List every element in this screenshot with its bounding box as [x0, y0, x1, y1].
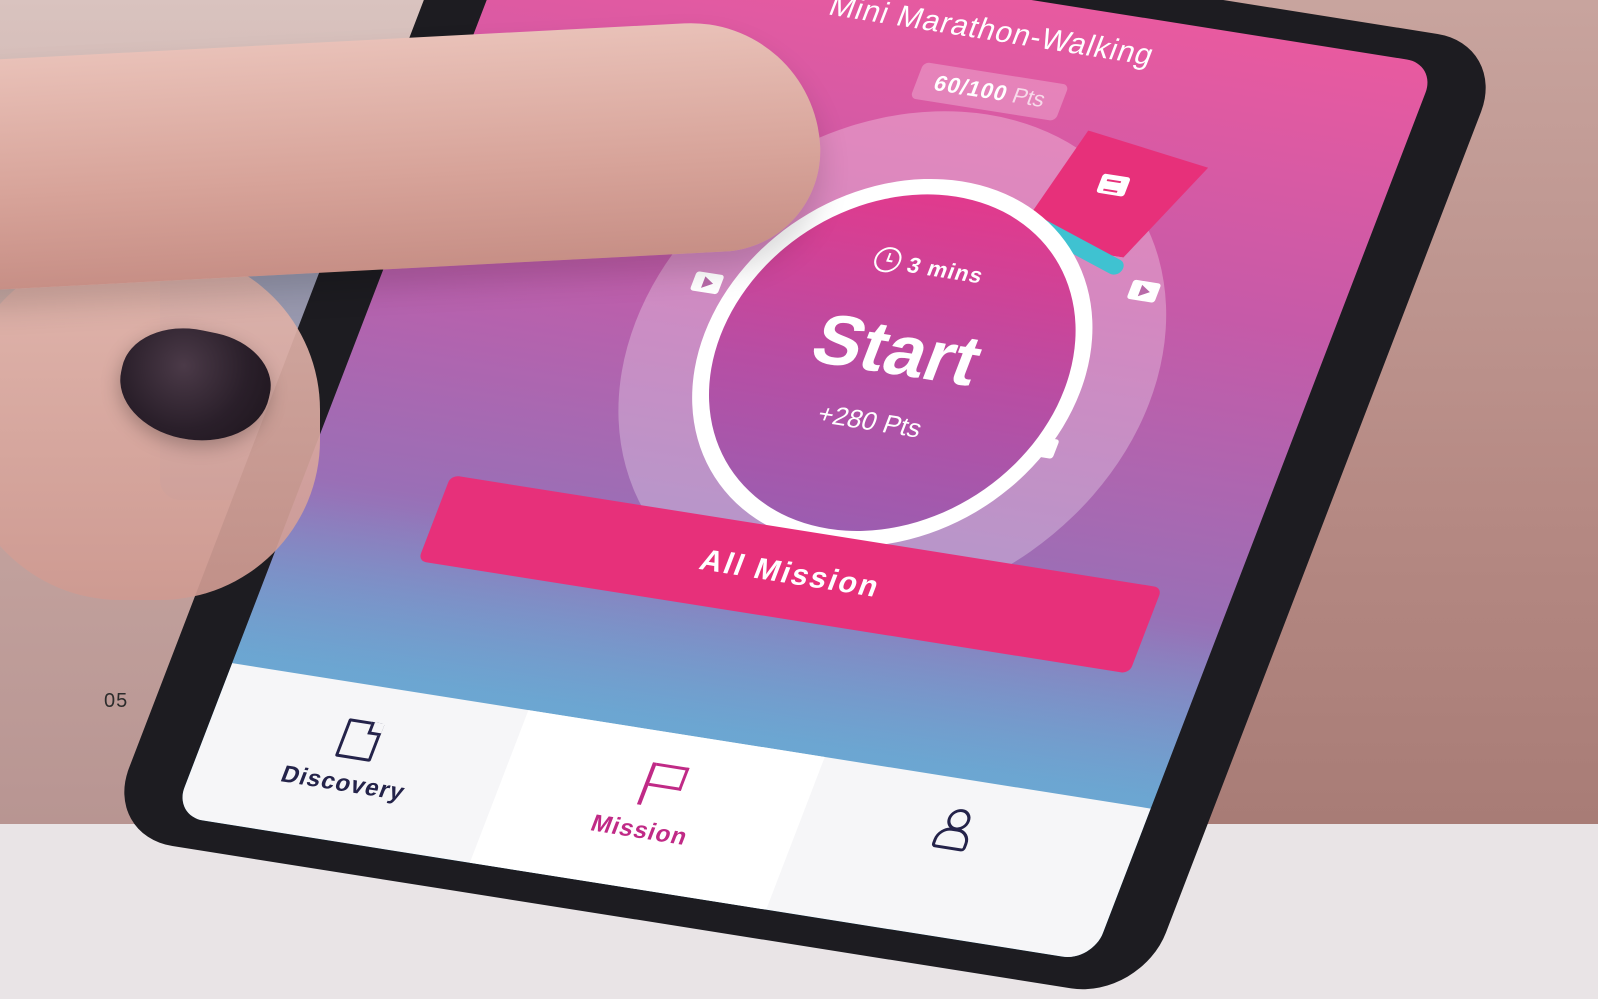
user-icon — [930, 807, 975, 852]
play-video-icon[interactable] — [689, 271, 725, 295]
points-unit: Pts — [1008, 82, 1050, 112]
page-number: 05 — [104, 690, 129, 712]
mission-subtitle: Mini Marathon-Walking — [824, 0, 1160, 72]
duration-text: 3 mins — [903, 252, 988, 289]
play-video-icon[interactable] — [1126, 279, 1162, 303]
user-icon-body — [930, 825, 973, 852]
pointing-finger — [0, 16, 826, 294]
tab-label: Mission — [586, 809, 692, 851]
clock-icon — [870, 245, 906, 275]
document-icon — [334, 718, 385, 762]
points-value: 60/100 — [930, 70, 1012, 106]
flag-icon — [636, 762, 657, 805]
tab-label: Discovery — [277, 760, 410, 807]
